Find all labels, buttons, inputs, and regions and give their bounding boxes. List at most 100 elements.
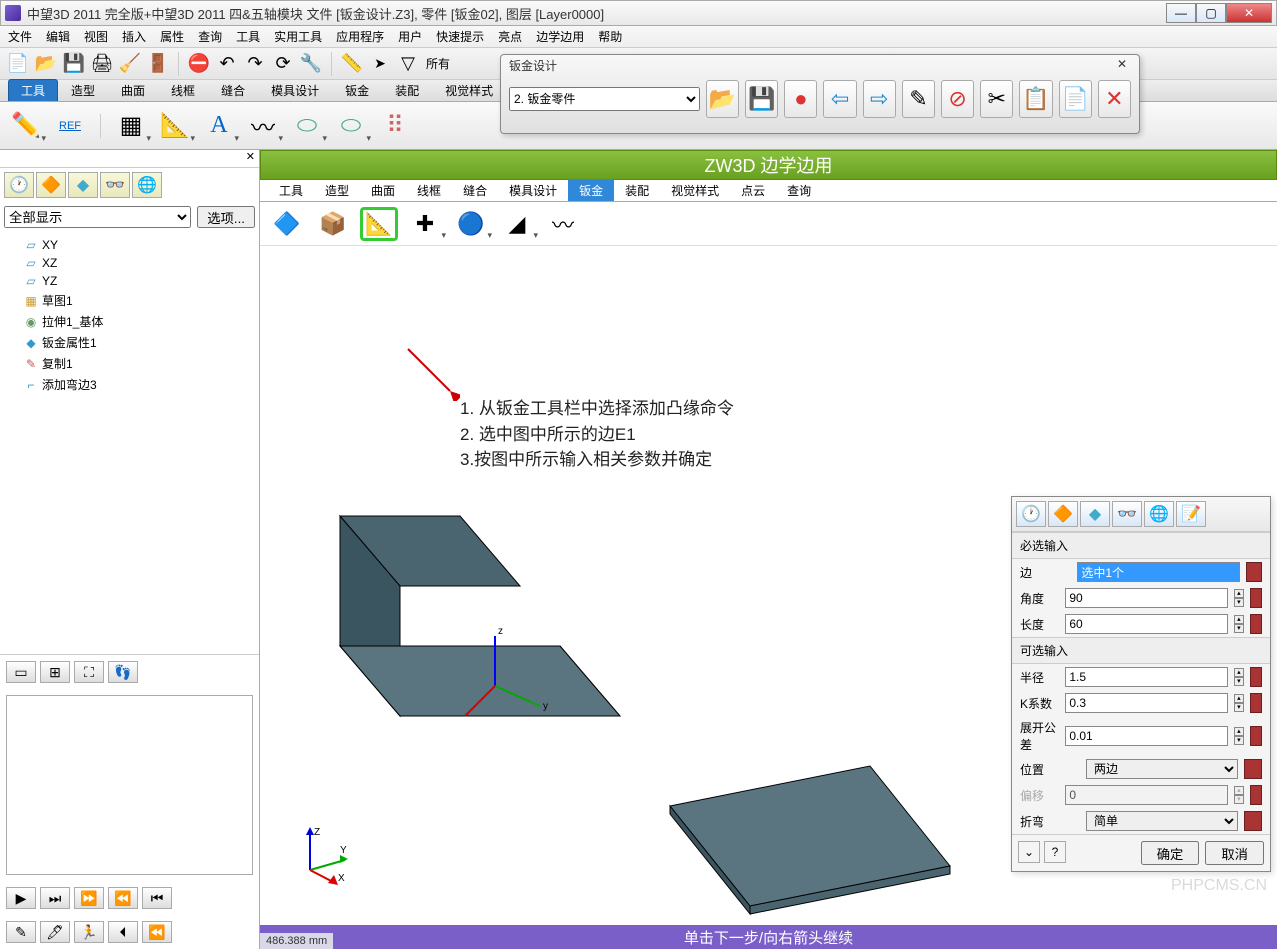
menu-highlight[interactable]: 亮点 <box>498 28 522 45</box>
rib-cyl2-icon[interactable]: ⬭ <box>333 108 369 144</box>
vp-tab[interactable]: 工具 <box>268 179 314 201</box>
spinner[interactable]: ▴▾ <box>1234 615 1243 633</box>
length-input[interactable] <box>1065 614 1228 634</box>
sm-tool7-icon[interactable]: 〰 <box>544 207 582 241</box>
ribtab-surface[interactable]: 曲面 <box>108 79 158 101</box>
vp-tab[interactable]: 视觉样式 <box>660 179 730 201</box>
3d-canvas[interactable]: 1. 从钣金工具栏中选择添加凸缘命令 2. 选中图中所示的边E1 3.按图中所示… <box>260 246 1277 925</box>
menu-file[interactable]: 文件 <box>8 28 32 45</box>
menu-tools[interactable]: 工具 <box>236 28 260 45</box>
vp-tab[interactable]: 缝合 <box>452 179 498 201</box>
ft-record-icon[interactable]: ● <box>784 80 817 118</box>
kfactor-input[interactable] <box>1065 693 1228 713</box>
ft-save-icon[interactable]: 💾 <box>745 80 778 118</box>
new-icon[interactable]: 📄 <box>6 52 30 76</box>
ribtab-visual[interactable]: 视觉样式 <box>432 79 506 101</box>
sm-flange-icon[interactable]: 📐 <box>360 207 398 241</box>
bend-select[interactable]: 简单 <box>1086 811 1238 831</box>
model-shape-1[interactable]: z y <box>320 506 640 749</box>
back-icon[interactable]: ⏴ <box>108 921 138 943</box>
tools-icon[interactable]: 🔧 <box>299 52 323 76</box>
sm-tool1-icon[interactable]: 🔷 <box>268 207 306 241</box>
panel-close-icon[interactable]: ✕ <box>246 151 255 163</box>
feature-tree[interactable]: ▱XY ▱XZ ▱YZ ▦草图1 ◉拉伸1_基体 ◆钣金属性1 ✎复制1 ⌐添加… <box>0 232 259 654</box>
pick-icon[interactable] <box>1250 667 1262 687</box>
vp-tab[interactable]: 造型 <box>314 179 360 201</box>
rib-grid-icon[interactable]: ▦ <box>113 108 149 144</box>
rib-dots-icon[interactable]: ⠿ <box>377 108 413 144</box>
measure-icon[interactable]: 📏 <box>340 52 364 76</box>
ribtab-mold[interactable]: 模具设计 <box>258 79 332 101</box>
pick-icon[interactable] <box>1246 562 1262 582</box>
run-icon[interactable]: 🏃 <box>74 921 104 943</box>
ft-prev-icon[interactable]: ⇦ <box>823 80 856 118</box>
vp-tab[interactable]: 装配 <box>614 179 660 201</box>
info-textarea[interactable] <box>6 695 253 875</box>
pp-tab3-icon[interactable]: ◆ <box>1080 501 1110 527</box>
pick-icon[interactable] <box>1244 759 1262 779</box>
rewind-icon[interactable]: ⏪ <box>142 921 172 943</box>
cancel-button[interactable]: 取消 <box>1205 841 1264 865</box>
ribtab-sheet[interactable]: 钣金 <box>332 79 382 101</box>
vp-tab[interactable]: 模具设计 <box>498 179 568 201</box>
vp-tab[interactable]: 查询 <box>776 179 822 201</box>
lp-tab-part-icon[interactable]: 🔶 <box>36 172 66 198</box>
vp-tab[interactable]: 点云 <box>730 179 776 201</box>
tolerance-input[interactable] <box>1065 726 1228 746</box>
undo-icon[interactable]: ↶ <box>215 52 239 76</box>
exit-icon[interactable]: 🚪 <box>146 52 170 76</box>
radius-input[interactable] <box>1065 667 1228 687</box>
expand-icon[interactable]: ⌄ <box>1018 841 1040 863</box>
ft-stop-icon[interactable]: ⊘ <box>941 80 974 118</box>
lp-btn4[interactable]: 👣 <box>108 661 138 683</box>
vp-tab-sheet[interactable]: 钣金 <box>568 179 614 201</box>
rib-angle-icon[interactable]: 📐 <box>157 108 193 144</box>
lp-btn3[interactable]: ⛶ <box>74 661 104 683</box>
lp-btn2[interactable]: ⊞ <box>40 661 70 683</box>
rib-ref-icon[interactable]: REF <box>52 108 88 144</box>
ft-edit-icon[interactable]: ✎ <box>902 80 935 118</box>
erase-icon[interactable]: 🧹 <box>118 52 142 76</box>
pp-tab5-icon[interactable]: 🌐 <box>1144 501 1174 527</box>
end-icon[interactable]: ⏮ <box>142 887 172 909</box>
menu-user[interactable]: 用户 <box>398 28 422 45</box>
sm-tool4-icon[interactable]: ✚ <box>406 207 444 241</box>
sm-tool5-icon[interactable]: 🔵 <box>452 207 490 241</box>
pick-icon[interactable] <box>1250 693 1262 713</box>
lp-tab-layer-icon[interactable]: ◆ <box>68 172 98 198</box>
maximize-button[interactable]: ▢ <box>1196 3 1226 23</box>
menu-edit[interactable]: 编辑 <box>46 28 70 45</box>
menu-insert[interactable]: 插入 <box>122 28 146 45</box>
ok-button[interactable]: 确定 <box>1141 841 1200 865</box>
lp-btn1[interactable]: ▭ <box>6 661 36 683</box>
ribtab-tools[interactable]: 工具 <box>8 79 58 101</box>
close-button[interactable]: ✕ <box>1226 3 1272 23</box>
save-icon[interactable]: 💾 <box>62 52 86 76</box>
menu-utility[interactable]: 实用工具 <box>274 28 322 45</box>
filter-icon[interactable]: ▽ <box>396 52 420 76</box>
cursor-icon[interactable]: ➤ <box>368 52 392 76</box>
pick-icon[interactable] <box>1250 614 1262 634</box>
menu-view[interactable]: 视图 <box>84 28 108 45</box>
minimize-button[interactable]: — <box>1166 3 1196 23</box>
angle-input[interactable] <box>1065 588 1228 608</box>
pp-tab4-icon[interactable]: 👓 <box>1112 501 1142 527</box>
spinner[interactable]: ▴▾ <box>1234 668 1243 686</box>
stop-icon[interactable]: ⛔ <box>187 52 211 76</box>
menu-app[interactable]: 应用程序 <box>336 28 384 45</box>
axis-gizmo[interactable]: Z Y X <box>290 825 350 885</box>
ribtab-heal[interactable]: 缝合 <box>208 79 258 101</box>
pick-icon[interactable] <box>1250 726 1262 746</box>
ft-delete-icon[interactable]: ✕ <box>1098 80 1131 118</box>
edit-icon[interactable]: ✎ <box>6 921 36 943</box>
rib-cyl1-icon[interactable]: ⬭ <box>289 108 325 144</box>
property-panel[interactable]: 🕐 🔶 ◆ 👓 🌐 📝 必选输入 边 角度▴▾ 长度▴▾ 可选输入 半径▴▾ K… <box>1011 496 1271 872</box>
menu-tutorial[interactable]: 边学边用 <box>536 28 584 45</box>
vp-tab[interactable]: 线框 <box>406 179 452 201</box>
help-icon[interactable]: ? <box>1044 841 1066 863</box>
ft-cut-icon[interactable]: ✂ <box>980 80 1013 118</box>
ft-next-icon[interactable]: ⇨ <box>863 80 896 118</box>
refresh-icon[interactable]: ⟳ <box>271 52 295 76</box>
model-shape-2[interactable] <box>650 746 970 929</box>
ribtab-assembly[interactable]: 装配 <box>382 79 432 101</box>
